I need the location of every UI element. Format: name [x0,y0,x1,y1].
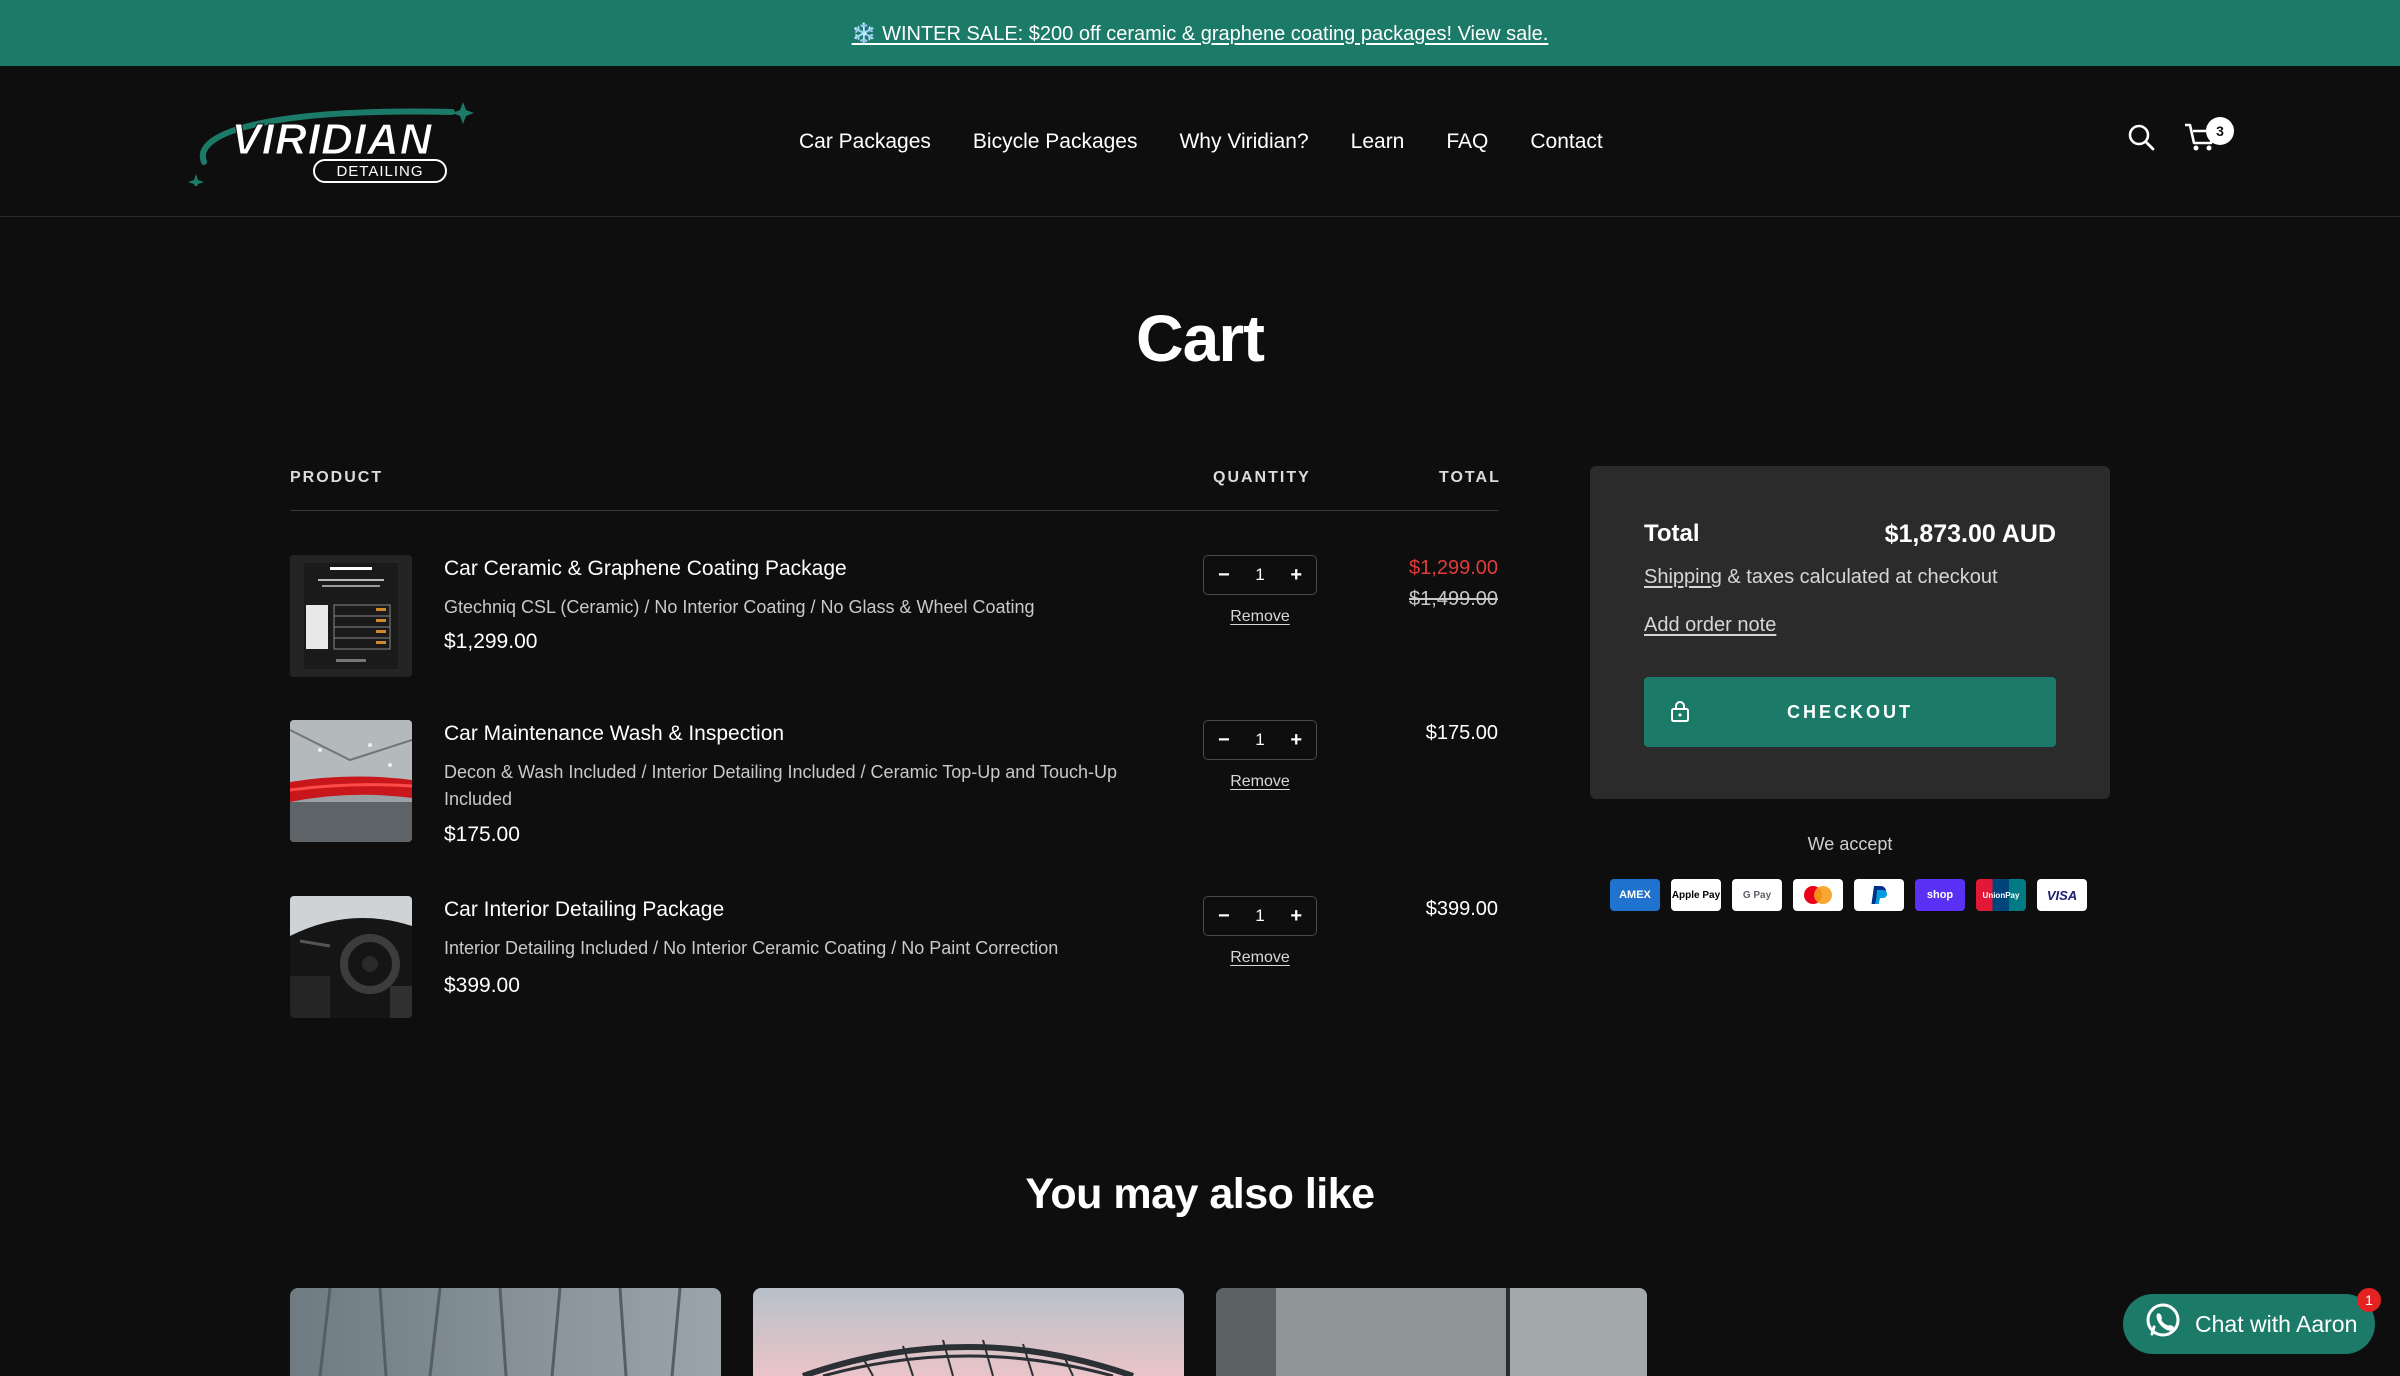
product-variant: Decon & Wash Included / Interior Detaili… [444,762,1118,809]
recommendation-card-image[interactable] [1216,1288,1647,1376]
line-total: $175.00 [1425,722,1498,744]
summary-total-value: $1,873.00 AUD [1884,520,2056,548]
column-quantity: QUANTITY [1213,469,1311,486]
product-price: $399.00 [444,974,520,997]
chat-label: Chat with Aaron [2195,1310,2358,1337]
column-total: TOTAL [1439,469,1501,486]
chat-unread-badge: 1 [2357,1288,2381,1312]
page-title: Cart [1135,301,1265,375]
add-order-note-link[interactable]: Add order note [1644,614,1776,637]
visa-icon: VISA [2037,879,2087,911]
shipping-link[interactable]: Shipping [1644,566,1722,588]
product-thumbnail[interactable] [290,896,412,1018]
nav-item-contact[interactable]: Contact [1530,130,1602,154]
product-name[interactable]: Car Ceramic & Graphene Coating Package [444,557,847,581]
product-variant: Gtechniq CSL (Ceramic) / No Interior Coa… [444,597,1035,617]
remove-link[interactable]: Remove [1203,773,1317,791]
nav-item-bicycle-packages[interactable]: Bicycle Packages [973,130,1138,154]
recommendation-card-image[interactable] [753,1288,1184,1376]
we-accept-label: We accept [1807,834,1893,854]
line-compare-price: $1,499.00 [1409,588,1498,610]
checkout-button[interactable]: CHECKOUT [1644,677,2056,747]
product-name[interactable]: Car Maintenance Wash & Inspection [444,722,784,746]
logo-subtitle: DETAILING [336,163,423,180]
nav-item-why-viridian[interactable]: Why Viridian? [1179,130,1308,154]
order-summary: Total $1,873.00 AUD Shipping & taxes cal… [1590,466,2110,799]
main-nav: Car Packages Bicycle Packages Why Viridi… [799,66,1603,217]
qty-increase-button[interactable]: + [1290,729,1302,752]
logo-wordmark: VIRIDIAN [231,115,432,164]
qty-decrease-button[interactable]: − [1218,729,1230,752]
nav-item-faq[interactable]: FAQ [1446,130,1488,154]
product-thumbnail[interactable] [290,720,412,842]
line-total: $399.00 [1425,898,1498,920]
product-name[interactable]: Car Interior Detailing Package [444,898,724,922]
shipping-note-text: & taxes calculated at checkout [1721,566,1998,588]
unionpay-icon: UnionPay [1976,879,2026,911]
table-divider [290,510,1498,511]
google-pay-icon: G Pay [1732,879,1782,911]
summary-total-label: Total [1644,520,1700,547]
nav-item-car-packages[interactable]: Car Packages [799,130,931,154]
quantity-stepper: − 1 + [1203,720,1317,760]
qty-value[interactable]: 1 [1255,730,1264,750]
qty-value[interactable]: 1 [1255,565,1264,585]
remove-link[interactable]: Remove [1203,608,1317,626]
quantity-stepper: − 1 + [1203,555,1317,595]
whatsapp-icon [2143,1301,2183,1347]
amex-icon: AMEX [1610,879,1660,911]
qty-decrease-button[interactable]: − [1218,564,1230,587]
remove-link[interactable]: Remove [1203,949,1317,967]
chat-button[interactable]: Chat with Aaron [2123,1294,2375,1354]
qty-value[interactable]: 1 [1255,906,1264,926]
checkout-label: CHECKOUT [1787,701,1913,722]
cart-count-badge: 3 [2206,117,2234,145]
qty-increase-button[interactable]: + [1290,905,1302,928]
line-total: $1,299.00 $1,499.00 [1409,557,1498,611]
product-price: $1,299.00 [444,630,538,653]
product-price: $175.00 [444,823,520,846]
quantity-stepper: − 1 + [1203,896,1317,936]
recommendation-card-image[interactable] [290,1288,721,1376]
lock-icon [1670,700,1690,727]
shop-pay-icon: shop [1915,879,1965,911]
site-header: VIRIDIAN DETAILING Car Packages Bicycle … [0,66,2400,217]
column-product: PRODUCT [290,469,384,486]
search-icon[interactable] [2125,121,2157,153]
brand-logo[interactable]: VIRIDIAN DETAILING [182,102,482,190]
nav-item-learn[interactable]: Learn [1351,130,1405,154]
apple-pay-icon: Apple Pay [1671,879,1721,911]
line-sale-price: $1,299.00 [1409,557,1498,579]
qty-increase-button[interactable]: + [1290,564,1302,587]
shipping-note: Shipping & taxes calculated at checkout [1644,566,1998,589]
qty-decrease-button[interactable]: − [1218,905,1230,928]
recommendations-title: You may also like [1025,1170,1375,1218]
payment-icons: AMEX Apple Pay G Pay shop UnionPay VISA [1610,879,2087,911]
announcement-bar: ❄️ WINTER SALE: $200 off ceramic & graph… [0,0,2400,66]
announcement-link[interactable]: ❄️ WINTER SALE: $200 off ceramic & graph… [852,21,1549,46]
product-variant: Interior Detailing Included / No Interio… [444,938,1059,958]
product-thumbnail[interactable] [290,555,412,677]
mastercard-icon [1793,879,1843,911]
paypal-icon [1854,879,1904,911]
